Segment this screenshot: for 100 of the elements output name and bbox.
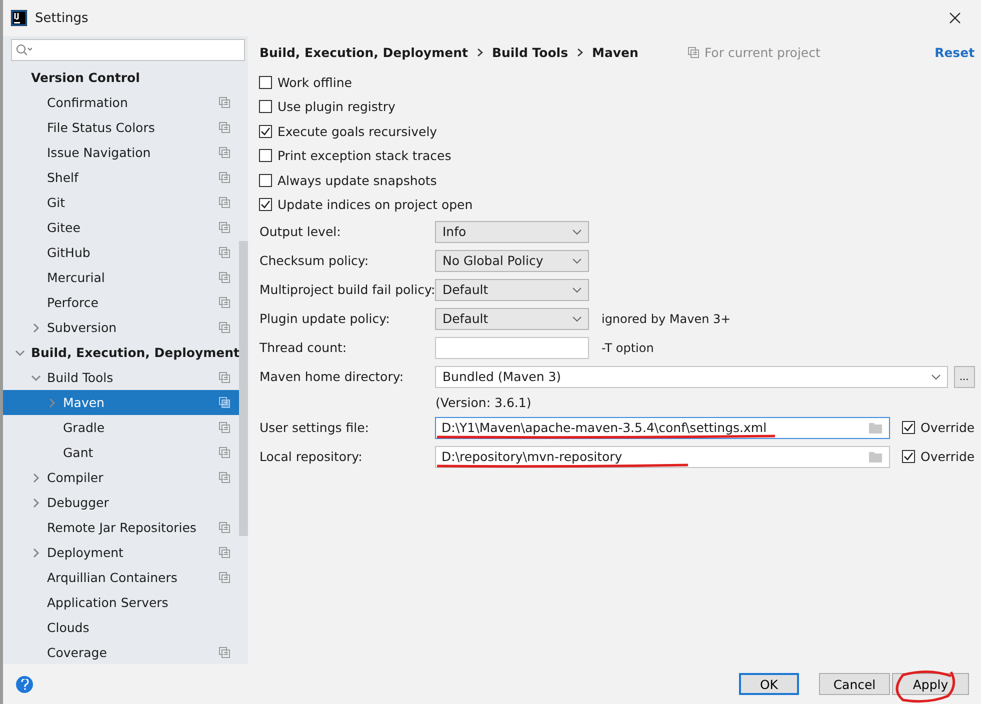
copy-icon <box>219 547 230 558</box>
hint-text: ignored by Maven 3+ <box>601 312 731 326</box>
tree-item[interactable]: Perforce <box>3 290 240 315</box>
folder-icon <box>869 450 884 462</box>
tree-item[interactable]: Gradle <box>3 415 240 440</box>
dialog-button[interactable]: Cancel <box>819 673 890 695</box>
chevron-right-icon[interactable] <box>31 472 41 482</box>
tree-item[interactable]: Issue Navigation <box>3 140 240 165</box>
override-checkbox[interactable]: Override <box>902 449 975 464</box>
override-checkbox[interactable]: Override <box>902 420 975 435</box>
chevron-down-icon <box>572 228 582 234</box>
window-title: Settings <box>35 10 88 26</box>
reset-link[interactable]: Reset <box>934 44 975 60</box>
copy-icon <box>688 46 700 58</box>
scrollbar[interactable] <box>239 241 248 536</box>
copy-icon <box>219 97 230 108</box>
chevron-right-icon[interactable] <box>31 548 41 558</box>
tree-item[interactable]: Coverage <box>3 640 240 664</box>
checkbox[interactable]: Use plugin registry <box>259 94 975 119</box>
copy-icon <box>219 197 230 208</box>
combo-box[interactable]: Bundled (Maven 3) <box>435 366 948 388</box>
tree-item[interactable]: Application Servers <box>3 590 240 615</box>
checkmark-icon <box>903 422 914 433</box>
dialog-button[interactable]: OK <box>739 673 799 695</box>
input-field[interactable]: D:\repository\mvn-repository <box>435 446 890 468</box>
dropdown[interactable]: Default <box>435 308 590 330</box>
dialog-button[interactable]: Apply <box>892 673 969 695</box>
copy-icon <box>219 222 230 233</box>
tree-item[interactable]: GitHub <box>3 240 240 265</box>
search-field[interactable] <box>11 39 246 61</box>
tree-item[interactable]: File Status Colors <box>3 115 240 140</box>
copy-icon <box>219 472 230 483</box>
chevron-down-icon <box>572 286 582 292</box>
tree-item[interactable]: Clouds <box>3 615 240 640</box>
chevron-down-icon[interactable] <box>15 348 25 358</box>
dropdown[interactable]: Default <box>435 278 590 300</box>
scope-text: For current project <box>704 44 820 60</box>
field-label: Multiproject build fail policy: <box>259 282 436 297</box>
tree-item[interactable]: Arquillian Containers <box>3 565 240 590</box>
copy-icon <box>219 447 230 458</box>
copy-icon <box>219 647 230 658</box>
breadcrumb-item: Maven <box>592 44 638 60</box>
tree-item[interactable]: Build Tools <box>3 365 240 390</box>
checkmark-icon <box>260 199 272 210</box>
dropdown[interactable]: Info <box>435 220 590 242</box>
close-icon[interactable] <box>949 12 961 24</box>
help-icon[interactable] <box>16 676 33 692</box>
copy-icon <box>219 372 230 383</box>
tree-item[interactable]: Git <box>3 190 240 215</box>
field-label: Plugin update policy: <box>259 311 391 326</box>
tree-item[interactable]: Remote Jar Repositories <box>3 515 240 540</box>
chevron-right-icon <box>476 48 483 56</box>
browse-button[interactable]: ... <box>954 366 975 388</box>
copy-icon <box>219 147 230 158</box>
app-logo-icon <box>11 10 27 26</box>
chevron-down-icon <box>930 374 941 380</box>
tree-item[interactable]: Deployment <box>3 540 240 565</box>
tree-item[interactable]: Shelf <box>3 165 240 190</box>
tree-item[interactable]: Gitee <box>3 215 240 240</box>
version-text: (Version: 3.6.1) <box>435 394 532 412</box>
chevron-down-icon[interactable] <box>31 372 41 382</box>
tree-item[interactable]: Maven <box>3 390 240 415</box>
copy-icon <box>219 322 230 333</box>
folder-icon <box>869 422 884 434</box>
chevron-down-icon <box>572 316 582 322</box>
field-label: Maven home directory: <box>259 369 405 384</box>
chevron-right-icon <box>577 48 584 56</box>
field-label: Thread count: <box>259 340 348 355</box>
tree-item[interactable]: Compiler <box>3 465 240 490</box>
copy-icon <box>219 272 230 283</box>
chevron-right-icon[interactable] <box>31 322 41 332</box>
tree-item[interactable]: Confirmation <box>3 90 240 115</box>
tree-item[interactable]: Version Control <box>3 65 240 90</box>
checkbox[interactable]: Print exception stack traces <box>259 144 975 168</box>
checkbox[interactable]: Always update snapshots <box>259 168 975 192</box>
dropdown[interactable]: No Global Policy <box>435 250 590 272</box>
tree-item[interactable]: Subversion <box>3 315 240 340</box>
chevron-right-icon[interactable] <box>31 498 41 508</box>
copy-icon <box>219 297 230 308</box>
checkbox[interactable]: Update indices on project open <box>259 192 975 217</box>
field-label: Checksum policy: <box>259 253 370 268</box>
search-icon <box>16 44 32 56</box>
copy-icon <box>219 122 230 133</box>
checkbox[interactable]: Execute goals recursively <box>259 119 975 144</box>
tree-item[interactable]: Gant <box>3 440 240 465</box>
copy-icon <box>219 522 230 533</box>
tree-item[interactable]: Debugger <box>3 490 240 515</box>
copy-icon <box>219 572 230 583</box>
tree-item[interactable]: Mercurial <box>3 265 240 290</box>
checkbox[interactable]: Work offline <box>259 70 975 94</box>
chevron-down-icon <box>572 258 582 264</box>
hint-text: -T option <box>601 340 654 354</box>
field-label: Local repository: <box>259 449 364 464</box>
checkmark-icon <box>903 451 914 462</box>
copy-icon <box>219 247 230 258</box>
copy-icon <box>219 397 230 408</box>
checkmark-icon <box>260 126 272 137</box>
tree-item[interactable]: Build, Execution, Deployment <box>3 340 240 365</box>
input-field[interactable] <box>435 336 590 358</box>
input-field[interactable]: D:\Y1\Maven\apache-maven-3.5.4\conf\settings.xml <box>435 416 890 438</box>
